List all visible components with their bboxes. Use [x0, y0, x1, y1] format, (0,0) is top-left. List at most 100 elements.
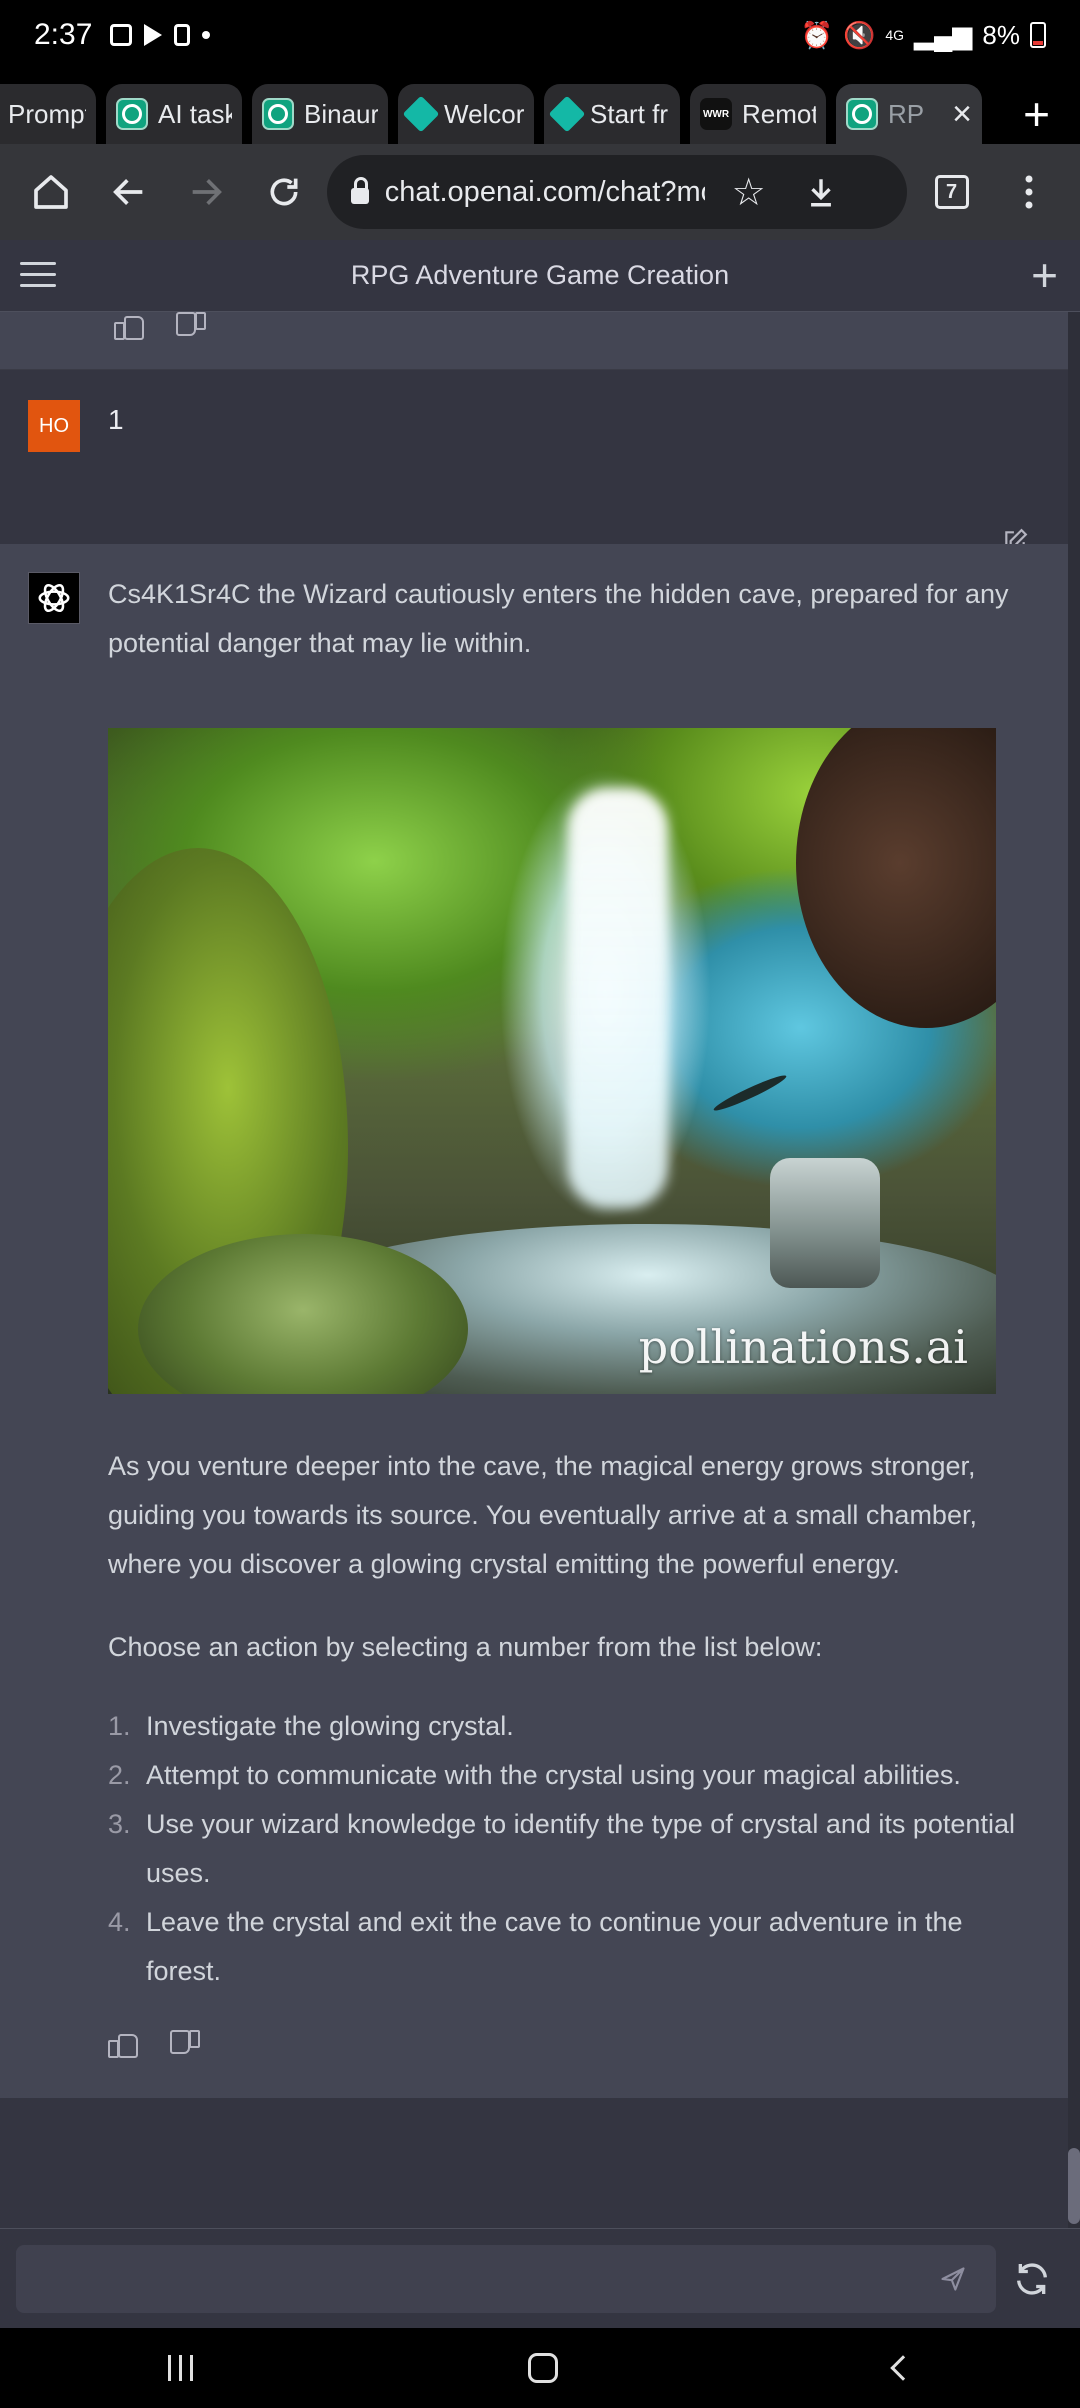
- system-nav-bar: [0, 2328, 1080, 2408]
- back-nav-icon[interactable]: [890, 2355, 916, 2381]
- tab-label: Binaura: [304, 98, 378, 129]
- assistant-narration: As you venture deeper into the cave, the…: [108, 1451, 977, 1579]
- tab-switcher-button[interactable]: 7: [913, 150, 991, 234]
- alert-icon: [174, 24, 191, 46]
- send-icon[interactable]: [938, 2265, 968, 2293]
- user-message-text: 1: [108, 404, 124, 435]
- play-store-icon: [144, 24, 163, 46]
- status-time: 2:37: [34, 18, 93, 51]
- close-icon[interactable]: ×: [952, 95, 972, 134]
- list-item: 3. Use your wizard knowledge to identify…: [108, 1800, 1028, 1898]
- scrollbar-thumb[interactable]: [1068, 2148, 1080, 2224]
- tab-label: Welcor: [444, 98, 524, 129]
- forward-icon[interactable]: [167, 150, 245, 234]
- composer-area: [0, 2228, 1080, 2328]
- tab-strip: Prompt AI task Binaura Welcor Start fr W…: [0, 70, 1080, 144]
- diamond-icon: [402, 95, 440, 133]
- reload-icon[interactable]: [245, 150, 323, 234]
- back-icon[interactable]: [90, 150, 168, 234]
- gallery-icon: [110, 24, 133, 46]
- openai-icon: [28, 572, 80, 624]
- new-chat-button[interactable]: +: [1031, 252, 1058, 298]
- image-waterfall: [568, 788, 668, 1208]
- screen: 2:37 ⏰ 🔇 4G ▂▄▆ 8% Prompt AI task Binaur…: [0, 0, 1080, 2408]
- thumbs-up-icon[interactable]: [108, 2030, 138, 2058]
- option-text: Investigate the glowing crystal.: [146, 1711, 514, 1741]
- action-options: 1. Investigate the glowing crystal. 2. A…: [108, 1702, 1028, 1996]
- tab-rpg-active[interactable]: RP ×: [836, 84, 982, 144]
- message-input[interactable]: [16, 2245, 996, 2313]
- list-item: 4. Leave the crystal and exit the cave t…: [108, 1898, 1028, 1996]
- home-button-icon[interactable]: [528, 2353, 559, 2383]
- battery-icon: [1030, 22, 1046, 48]
- feedback-controls: [114, 312, 206, 340]
- lock-icon: [350, 177, 369, 204]
- network-label: 4G: [885, 27, 904, 43]
- list-item: 2. Attempt to communicate with the cryst…: [108, 1751, 1028, 1800]
- option-text: Use your wizard knowledge to identify th…: [146, 1809, 1015, 1888]
- generated-cave-image: pollinations.ai: [108, 728, 996, 1394]
- more-notifications-icon: [202, 31, 211, 39]
- tab-label: Prompt: [8, 98, 86, 129]
- diamond-icon: [548, 95, 586, 133]
- image-bird: [711, 1071, 789, 1115]
- option-text: Leave the crystal and exit the cave to c…: [146, 1907, 963, 1986]
- openai-icon: [262, 98, 294, 130]
- option-number: 1.: [108, 1711, 131, 1741]
- image-rock: [796, 728, 996, 1028]
- hamburger-icon[interactable]: [20, 262, 56, 288]
- option-number: 3.: [108, 1809, 131, 1839]
- tab-remote[interactable]: WWR Remote: [690, 84, 826, 144]
- scrollbar-track[interactable]: [1068, 312, 1080, 2228]
- option-text: Attempt to communicate with the crystal …: [146, 1760, 961, 1790]
- conversation: HO 1 Cs4K1Sr4C the Wizard cautiously ent…: [0, 312, 1068, 2228]
- tab-label: AI task: [158, 98, 232, 129]
- status-bar: 2:37 ⏰ 🔇 4G ▂▄▆ 8%: [0, 0, 1080, 70]
- tab-welcome[interactable]: Welcor: [398, 84, 534, 144]
- recent-apps-icon[interactable]: [167, 2355, 193, 2381]
- tab-ai-task[interactable]: AI task: [106, 84, 242, 144]
- image-stone: [770, 1158, 880, 1288]
- star-icon[interactable]: ☆: [721, 164, 777, 220]
- thumbs-up-icon[interactable]: [114, 312, 144, 340]
- mute-icon: 🔇: [842, 19, 876, 50]
- tab-binaura[interactable]: Binaura: [252, 84, 388, 144]
- assistant-prompt: Choose an action by selecting a number f…: [108, 1632, 823, 1662]
- chat-title: RPG Adventure Game Creation: [350, 260, 730, 290]
- new-tab-button[interactable]: +: [1023, 84, 1050, 144]
- list-item: 1. Investigate the glowing crystal.: [108, 1702, 1028, 1751]
- tab-count: 7: [934, 175, 969, 209]
- tab-label: Start fr: [590, 98, 669, 129]
- user-avatar: HO: [28, 400, 80, 452]
- previous-assistant-message: [0, 312, 1068, 370]
- battery-label: 8%: [982, 19, 1020, 50]
- download-icon[interactable]: [793, 164, 849, 220]
- wwr-icon: WWR: [700, 98, 732, 130]
- url-text[interactable]: chat.openai.com/chat?mo: [385, 176, 705, 209]
- openai-icon: [846, 98, 878, 130]
- system-indicators: ⏰ 🔇 4G ▂▄▆ 8%: [801, 20, 1046, 51]
- menu-icon[interactable]: [990, 150, 1068, 234]
- regenerate-icon[interactable]: [1012, 2259, 1052, 2299]
- openai-icon: [116, 98, 148, 130]
- tab-label: RP: [888, 98, 925, 129]
- tab-label: Remote: [742, 98, 816, 129]
- notification-icons: [110, 24, 211, 46]
- signal-icon: ▂▄▆: [914, 19, 973, 50]
- chat-header: RPG Adventure Game Creation +: [0, 240, 1080, 312]
- image-watermark: pollinations.ai: [638, 1320, 968, 1374]
- alarm-icon: ⏰: [800, 19, 833, 50]
- address-bar[interactable]: chat.openai.com/chat?mo ☆: [326, 155, 907, 229]
- thumbs-down-icon[interactable]: [176, 312, 206, 340]
- option-number: 2.: [108, 1760, 131, 1790]
- browser-toolbar: chat.openai.com/chat?mo ☆ 7: [0, 144, 1080, 240]
- home-icon[interactable]: [12, 150, 90, 234]
- feedback-controls: [108, 2030, 1028, 2058]
- user-message: HO 1: [0, 370, 1068, 551]
- tab-prompt[interactable]: Prompt: [0, 84, 96, 144]
- tab-start[interactable]: Start fr: [544, 84, 680, 144]
- assistant-message: Cs4K1Sr4C the Wizard cautiously enters t…: [0, 544, 1068, 2098]
- thumbs-down-icon[interactable]: [170, 2030, 200, 2058]
- assistant-intro: Cs4K1Sr4C the Wizard cautiously enters t…: [108, 579, 1009, 658]
- option-number: 4.: [108, 1907, 131, 1937]
